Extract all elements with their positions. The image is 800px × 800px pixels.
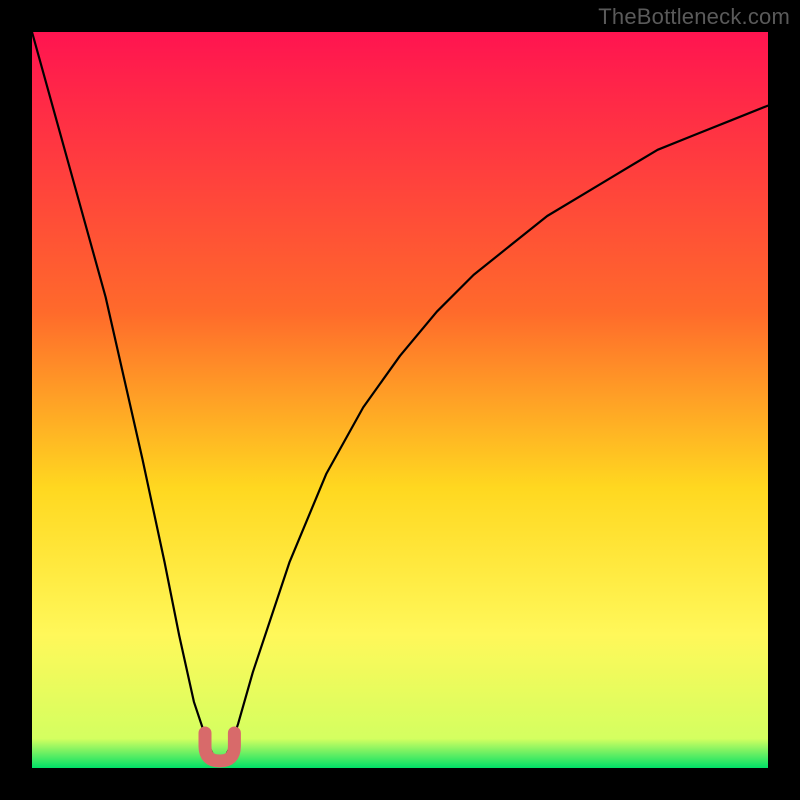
bottleneck-chart	[0, 0, 800, 800]
chart-root: TheBottleneck.com	[0, 0, 800, 800]
watermark-label: TheBottleneck.com	[598, 4, 790, 30]
plot-background	[32, 32, 768, 768]
